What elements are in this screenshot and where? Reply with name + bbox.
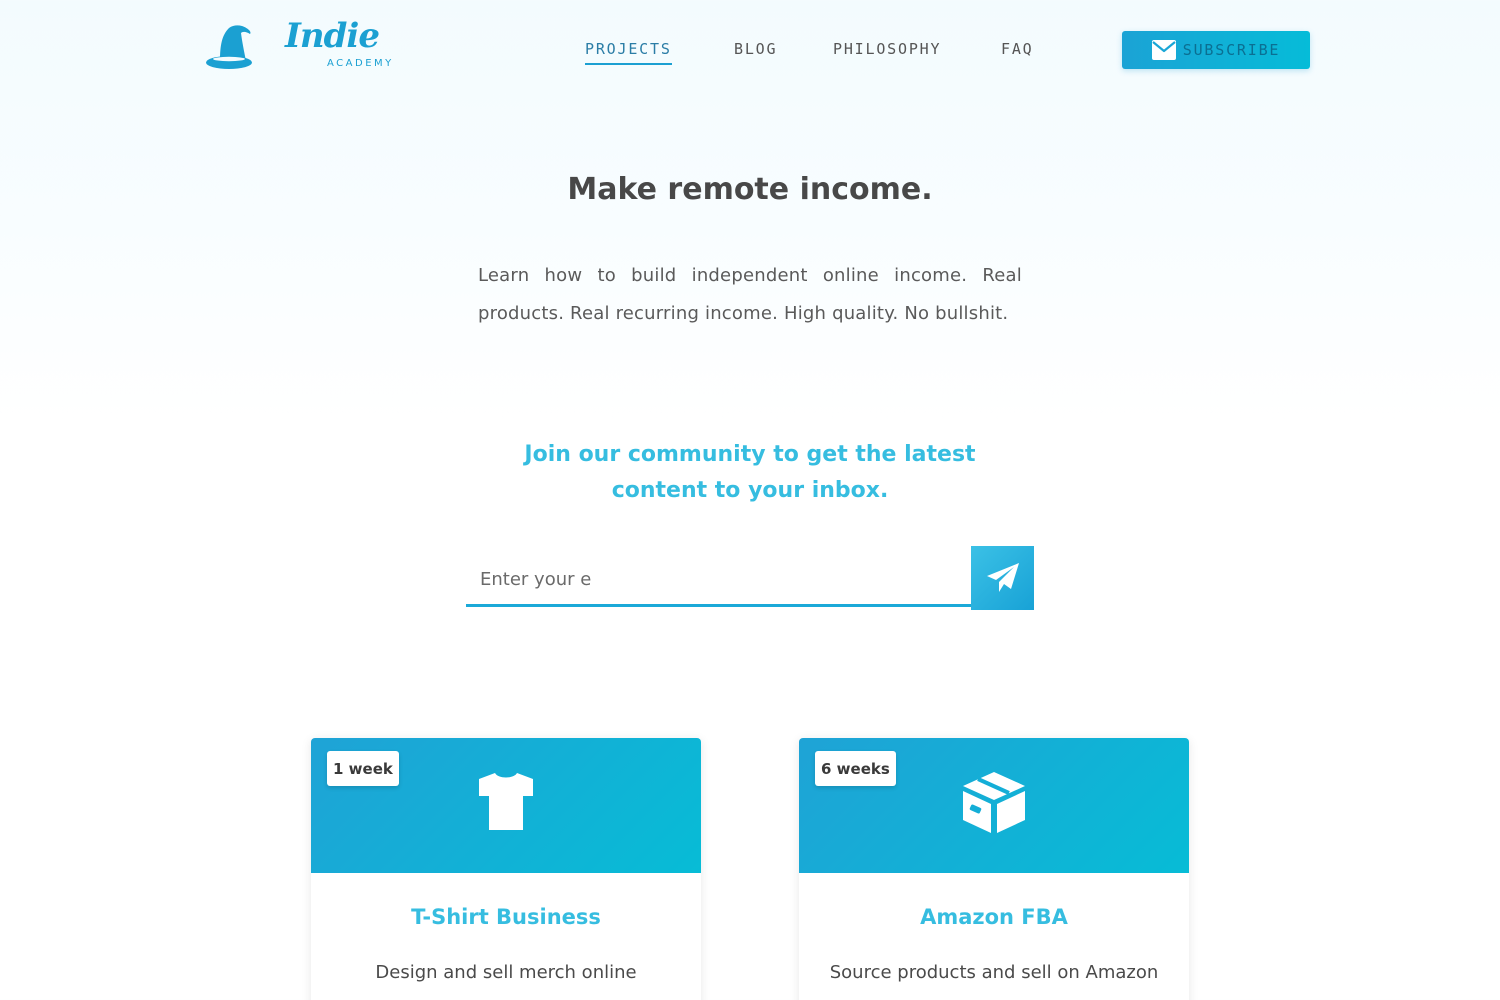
card-title: Amazon FBA — [920, 905, 1068, 929]
wizard-hat-icon — [206, 25, 252, 69]
card-description: Design and sell merch online — [375, 962, 637, 983]
card-title: T-Shirt Business — [411, 905, 601, 929]
card-description: Source products and sell on Amazon — [829, 962, 1159, 983]
site-header: Indie ACADEMY PROJECTS BLOG PHILOSOPHY F… — [0, 0, 1500, 100]
email-input[interactable] — [466, 555, 971, 607]
card-banner: 1 week — [311, 738, 701, 873]
envelope-icon — [1151, 40, 1176, 60]
project-card-amazon-fba[interactable]: 6 weeks Amazon FBA Source products and s… — [799, 738, 1189, 1000]
logo-wordmark: Indie — [285, 16, 380, 56]
hero-description: Learn how to build independent online in… — [478, 265, 1022, 324]
subscribe-button[interactable]: SUBSCRIBE — [1122, 31, 1310, 69]
card-banner: 6 weeks — [799, 738, 1189, 873]
package-box-icon — [963, 772, 1025, 833]
paper-plane-icon — [986, 563, 1019, 592]
project-card-tshirt[interactable]: 1 week T-Shirt Business Design and sell … — [311, 738, 701, 1000]
email-submit-button[interactable] — [971, 546, 1034, 610]
community-heading: Join our community to get the latest con… — [500, 437, 1000, 509]
tshirt-icon — [479, 773, 533, 830]
nav-projects[interactable]: PROJECTS — [585, 40, 672, 65]
nav-faq[interactable]: FAQ — [1001, 40, 1034, 58]
hero-title: Make remote income. — [567, 172, 933, 207]
indie-academy-logo[interactable]: Indie ACADEMY — [205, 16, 395, 75]
duration-badge: 6 weeks — [815, 751, 896, 786]
community-heading-line-2: content to your inbox. — [611, 478, 889, 503]
nav-blog[interactable]: BLOG — [734, 40, 777, 58]
subscribe-label: SUBSCRIBE — [1182, 41, 1281, 59]
nav-philosophy[interactable]: PHILOSOPHY — [833, 40, 941, 58]
logo-subtitle: ACADEMY — [327, 58, 394, 69]
community-heading-line-1: Join our community to get the latest — [524, 442, 976, 467]
duration-badge: 1 week — [327, 751, 399, 786]
